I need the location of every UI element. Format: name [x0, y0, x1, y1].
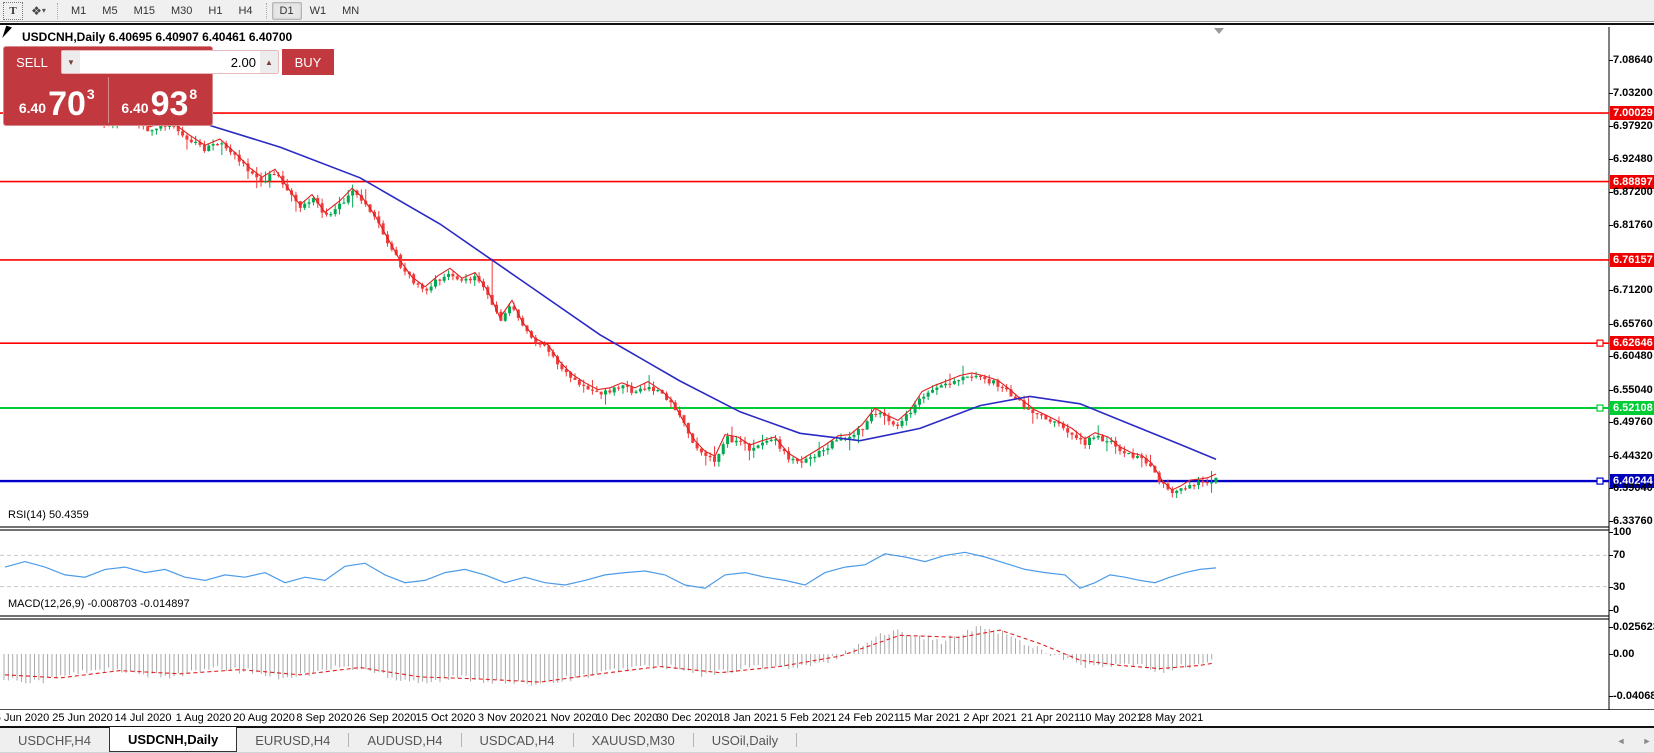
- toolbar-separator: [266, 3, 267, 19]
- buy-price-point: 8: [189, 86, 197, 102]
- date-label: 1 Aug 2020: [176, 712, 232, 724]
- date-label: 10 Dec 2020: [596, 712, 658, 724]
- tab-usdchf-h4[interactable]: USDCHF,H4: [0, 728, 109, 752]
- date-label: 18 Jan 2021: [718, 712, 779, 724]
- date-label: 8 Sep 2020: [296, 712, 352, 724]
- chart-tab-bar: USDCHF,H4USDCNH,DailyEURUSD,H4AUDUSD,H4U…: [0, 726, 1654, 752]
- axis-price-label: 70: [1613, 549, 1625, 561]
- tab-usdcad-h4[interactable]: USDCAD,H4: [462, 728, 573, 752]
- timeframe-button-d1[interactable]: D1: [272, 2, 302, 20]
- timeframe-button-m30[interactable]: M30: [163, 2, 200, 20]
- date-label: 24 Feb 2021: [838, 712, 900, 724]
- axis-price-label: 100: [1613, 526, 1631, 538]
- tab-scroll-right-button[interactable]: ►: [1639, 733, 1654, 749]
- date-label: 28 May 2021: [1140, 712, 1204, 724]
- axis-price-label: 0.00: [1613, 648, 1634, 660]
- date-label: 21 Nov 2020: [535, 712, 597, 724]
- date-label: 20 Aug 2020: [233, 712, 295, 724]
- timeframe-button-w1[interactable]: W1: [302, 2, 335, 20]
- text-tool-button[interactable]: T: [3, 2, 23, 20]
- tab-separator: [796, 733, 797, 747]
- axis-price-label: 6.65760: [1613, 318, 1653, 330]
- date-label: 26 Sep 2020: [354, 712, 416, 724]
- buy-button[interactable]: BUY: [282, 49, 334, 75]
- axis-price-label: 6.97920: [1613, 120, 1653, 132]
- axis-price-label: 6.81760: [1613, 219, 1653, 231]
- axis-price-label: 6.44320: [1613, 450, 1653, 462]
- chart-window: USDCNH,Daily 6.40695 6.40907 6.40461 6.4…: [0, 23, 1654, 753]
- date-label: 5 Feb 2021: [781, 712, 837, 724]
- axis-level-label: 6.62646: [1610, 336, 1654, 350]
- volume-increase-button[interactable]: ▲: [260, 51, 278, 73]
- axis-level-label: 7.00029: [1610, 106, 1654, 120]
- timeframe-button-h1[interactable]: H1: [200, 2, 230, 20]
- date-label: 30 Dec 2020: [656, 712, 718, 724]
- tab-usdcnh-daily[interactable]: USDCNH,Daily: [109, 727, 237, 752]
- date-label: 2 Apr 2021: [963, 712, 1016, 724]
- date-label: 21 Apr 2021: [1021, 712, 1080, 724]
- axis-price-label: -0.040687: [1613, 690, 1654, 702]
- axis-price-label: 6.92480: [1613, 153, 1653, 165]
- axis-price-label: 6.87200: [1613, 186, 1653, 198]
- rsi-indicator-label: RSI(14) 50.4359: [8, 509, 89, 521]
- sell-price-pips: 70: [48, 88, 86, 120]
- timeframe-button-m15[interactable]: M15: [126, 2, 163, 20]
- time-axis[interactable]: 6 Jun 202025 Jun 202014 Jul 2020 1 Aug 20…: [0, 710, 1654, 726]
- axis-price-label: 7.03200: [1613, 87, 1653, 99]
- tab-scroll-left-button[interactable]: ◄: [1613, 733, 1629, 749]
- tab-usoil-daily[interactable]: USOil,Daily: [694, 728, 796, 752]
- axis-level-label: 6.52108: [1610, 401, 1654, 415]
- axis-price-label: 7.08640: [1613, 54, 1653, 66]
- sell-price-point: 3: [87, 86, 95, 102]
- axis-level-label: 6.76157: [1610, 253, 1654, 267]
- timeframe-button-mn[interactable]: MN: [334, 2, 367, 20]
- timeframe-button-m1[interactable]: M1: [63, 2, 94, 20]
- volume-stepper: ▼ ▲: [61, 50, 279, 74]
- buy-price-pips: 93: [151, 88, 189, 120]
- objects-icon: ❖: [31, 4, 41, 18]
- sell-button[interactable]: SELL: [6, 49, 58, 75]
- date-label: 14 Jul 2020: [115, 712, 172, 724]
- date-label: 15 Oct 2020: [416, 712, 476, 724]
- axis-price-label: 6.55040: [1613, 384, 1653, 396]
- axis-price-label: 0.025623: [1613, 621, 1654, 633]
- date-label: 15 Mar 2021: [899, 712, 961, 724]
- timeframe-button-group: M1M5M15M30H1H4 D1W1MN: [63, 2, 367, 20]
- sell-price[interactable]: 6.40 70 3: [6, 77, 109, 123]
- tab-eurusd-h4[interactable]: EURUSD,H4: [237, 728, 348, 752]
- objects-tool-button[interactable]: ❖ ▾: [25, 2, 51, 20]
- date-label: 25 Jun 2020: [52, 712, 113, 724]
- axis-price-label: 30: [1613, 581, 1625, 593]
- chevron-down-icon: ▾: [42, 6, 45, 15]
- price-chart-canvas[interactable]: [0, 27, 1654, 710]
- macd-indicator-label: MACD(12,26,9) -0.008703 -0.014897: [8, 598, 190, 610]
- top-toolbar: T ❖ ▾ M1M5M15M30H1H4 D1W1MN: [0, 0, 1654, 22]
- buy-price[interactable]: 6.40 93 8: [109, 77, 211, 123]
- tab-xauusd-m30[interactable]: XAUUSD,M30: [574, 728, 693, 752]
- timeframe-button-h4[interactable]: H4: [230, 2, 260, 20]
- volume-input[interactable]: [80, 51, 260, 73]
- tab-audusd-h4[interactable]: AUDUSD,H4: [349, 728, 460, 752]
- axis-price-label: 6.39040: [1613, 482, 1653, 494]
- volume-decrease-button[interactable]: ▼: [62, 51, 80, 73]
- date-label: 3 Nov 2020: [478, 712, 534, 724]
- sell-price-base: 6.40: [19, 100, 46, 116]
- axis-price-label: 6.49760: [1613, 416, 1653, 428]
- toolbar-separator: [57, 3, 58, 19]
- timeframe-button-m5[interactable]: M5: [94, 2, 125, 20]
- buy-price-base: 6.40: [121, 100, 148, 116]
- axis-price-label: 0: [1613, 604, 1619, 616]
- date-label: 6 Jun 2020: [0, 712, 49, 724]
- one-click-trade-panel: SELL ▼ ▲ BUY 6.40 70 3 6.40 93 8: [3, 46, 213, 126]
- axis-price-label: 6.60480: [1613, 350, 1653, 362]
- axis-price-label: 6.71200: [1613, 284, 1653, 296]
- date-label: 10 May 2021: [1079, 712, 1143, 724]
